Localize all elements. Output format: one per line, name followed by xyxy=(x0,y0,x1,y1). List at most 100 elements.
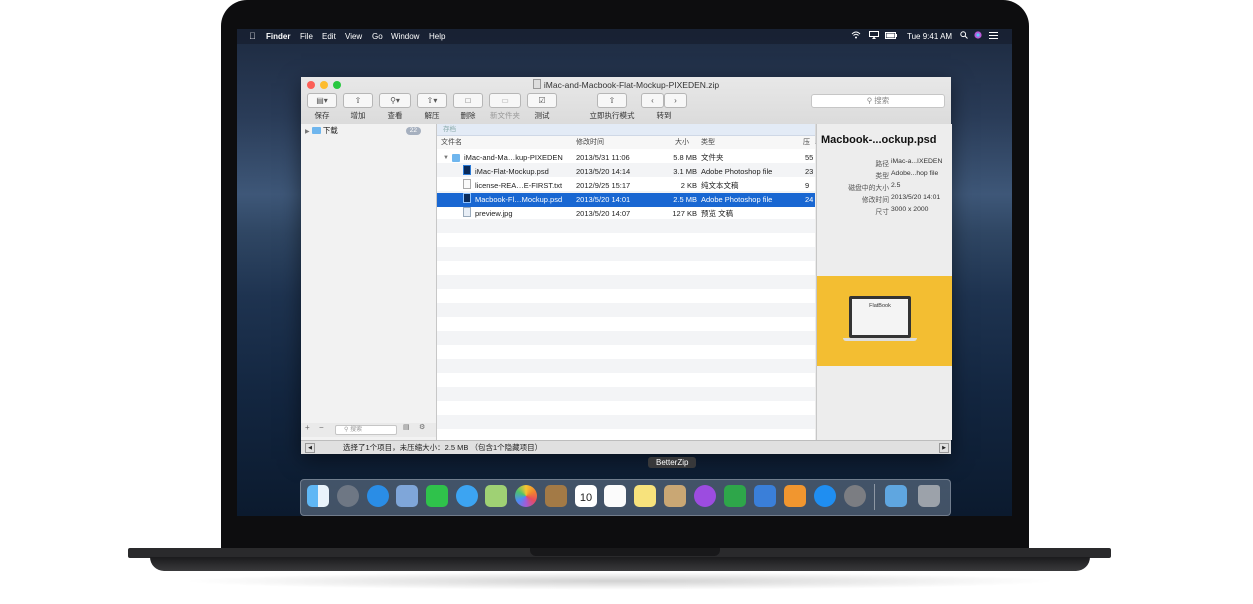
menu-view[interactable]: View xyxy=(345,29,362,44)
maps-icon[interactable] xyxy=(485,485,507,507)
row-date: 2012/9/25 15:17 xyxy=(576,181,631,190)
trash-icon[interactable] xyxy=(918,485,940,507)
notification-center-icon[interactable] xyxy=(989,29,998,44)
column-type[interactable]: 类型 xyxy=(701,136,715,149)
sidebar: ▶ 下载 22 + − ⚲ 搜索 ▤ ⚙ xyxy=(301,124,437,440)
wifi-icon[interactable] xyxy=(851,29,861,44)
app-store-icon[interactable] xyxy=(814,485,836,507)
add-icon[interactable]: + xyxy=(305,423,310,432)
finder-icon[interactable] xyxy=(307,485,329,507)
test-button[interactable]: ☑ xyxy=(527,93,557,108)
preview-thumbnail: FlatBook xyxy=(817,276,952,366)
reminders-icon[interactable] xyxy=(604,485,626,507)
forward-button[interactable]: › xyxy=(664,93,687,108)
disclosure-triangle-icon[interactable]: ▶ xyxy=(305,129,310,135)
dock-tooltip: BetterZip xyxy=(648,457,697,468)
column-modified[interactable]: 修改时间 xyxy=(576,136,604,149)
save-icon: ▤▾ xyxy=(316,96,328,105)
photos-icon[interactable] xyxy=(515,485,537,507)
column-size[interactable]: 大小 xyxy=(675,136,689,149)
delete-button[interactable]: □ xyxy=(453,93,483,108)
numbers-icon[interactable] xyxy=(724,485,746,507)
toolbar-search-field[interactable]: ⚲ 搜索 xyxy=(811,94,945,108)
menu-clock[interactable]: Tue 9:41 AM xyxy=(907,29,952,44)
row-size: 127 KB xyxy=(672,209,697,218)
apple-menu-icon[interactable]:  xyxy=(249,29,256,44)
launchpad-icon[interactable] xyxy=(337,485,359,507)
save-label: 保存 xyxy=(314,111,330,120)
add-label: 增加 xyxy=(350,111,366,120)
downloads-icon[interactable] xyxy=(885,485,907,507)
desktop-screen:  Finder File Edit View Go Window Help T… xyxy=(237,29,1012,516)
instant-mode-button[interactable]: ⇧ xyxy=(597,93,627,108)
table-row-selected[interactable]: Macbook-Fl…Mockup.psd 2013/5/20 14:01 2.… xyxy=(437,193,815,207)
table-row[interactable]: preview.jpg 2013/5/20 14:07 127 KB 预览 文稿 xyxy=(437,207,815,221)
table-row[interactable]: iMac-Flat-Mockup.psd 2013/5/20 14:14 3.1… xyxy=(437,165,815,179)
mail-icon[interactable] xyxy=(396,485,418,507)
system-preferences-icon[interactable] xyxy=(844,485,866,507)
facetime-icon[interactable] xyxy=(426,485,448,507)
info-key: 路径 xyxy=(875,161,889,168)
new-folder-label: 新文件夹 xyxy=(490,111,520,120)
preview-pane: Macbook-...ockup.psd 路径 iMac-a...IXEDEN 类… xyxy=(816,124,952,440)
notes-icon[interactable] xyxy=(634,485,656,507)
spotlight-icon[interactable] xyxy=(960,29,968,44)
thumbnail-laptop-base xyxy=(843,338,917,341)
siri-icon[interactable] xyxy=(974,29,982,44)
pages-icon[interactable] xyxy=(784,485,806,507)
table-row[interactable]: license-REA…E-FIRST.txt 2012/9/25 15:17 … xyxy=(437,179,815,193)
new-folder-button[interactable]: ▭ xyxy=(489,93,521,108)
new-folder-icon: ▭ xyxy=(501,96,509,105)
calendar-day: 10 xyxy=(579,492,593,504)
podcasts-icon[interactable] xyxy=(694,485,716,507)
menu-edit[interactable]: Edit xyxy=(322,29,336,44)
menu-go[interactable]: Go xyxy=(372,29,383,44)
menu-file[interactable]: File xyxy=(300,29,313,44)
row-size: 2 KB xyxy=(680,181,697,190)
settings-icon[interactable]: ⚙ xyxy=(419,423,425,431)
contacts-icon[interactable] xyxy=(545,485,567,507)
info-value: iMac-a...IXEDEN xyxy=(891,158,943,165)
remove-icon[interactable]: − xyxy=(319,423,324,432)
thumbnail-laptop-screen: FlatBook xyxy=(849,296,911,338)
disclosure-open-icon[interactable]: ▼ xyxy=(443,151,449,165)
safari-icon[interactable] xyxy=(367,485,389,507)
text-file-icon xyxy=(463,179,471,189)
extract-button[interactable]: ⇧▾ xyxy=(417,93,447,108)
sidebar-search-placeholder: 搜索 xyxy=(350,427,363,433)
row-date: 2013/5/20 14:07 xyxy=(576,209,631,218)
table-row[interactable]: ▼ iMac-and-Ma…kup-PIXEDEN 2013/5/31 11:0… xyxy=(437,151,815,165)
menu-help[interactable]: Help xyxy=(429,29,445,44)
zip-file-icon xyxy=(532,79,541,89)
row-name: license-REA…E-FIRST.txt xyxy=(475,181,563,190)
messages-icon[interactable] xyxy=(456,485,478,507)
betterzip-icon[interactable] xyxy=(664,485,686,507)
row-date: 2013/5/31 11:06 xyxy=(576,153,630,162)
menu-window[interactable]: Window xyxy=(391,29,419,44)
menu-finder[interactable]: Finder xyxy=(266,29,290,44)
save-button[interactable]: ▤▾ xyxy=(307,93,337,108)
extract-label: 解压 xyxy=(424,111,440,120)
keynote-icon[interactable] xyxy=(754,485,776,507)
info-value: 3000 x 2000 xyxy=(891,206,929,213)
row-type: 预览 文稿 xyxy=(701,209,734,218)
sidebar-search-field[interactable]: ⚲ 搜索 xyxy=(335,425,397,435)
add-button[interactable]: ⇧ xyxy=(343,93,373,108)
airplay-icon[interactable] xyxy=(869,29,879,44)
column-name[interactable]: 文件名 xyxy=(441,136,462,149)
view-button[interactable]: ⚲▾ xyxy=(379,93,411,108)
battery-icon[interactable] xyxy=(885,29,897,44)
pathbar[interactable]: 存档 xyxy=(437,124,815,136)
calendar-icon[interactable]: 10 xyxy=(575,485,597,507)
scroll-left-icon[interactable]: ◀ xyxy=(305,443,315,453)
laptop-base-lower xyxy=(150,557,1090,571)
row-name: iMac-and-Ma…kup-PIXEDEN xyxy=(464,153,563,162)
scroll-right-icon[interactable]: ▶ xyxy=(939,443,949,453)
extract-icon: ⇧▾ xyxy=(426,96,438,105)
chevron-right-icon: › xyxy=(674,96,677,105)
book-icon[interactable]: ▤ xyxy=(403,423,410,431)
sidebar-item-downloads[interactable]: ▶ 下载 22 xyxy=(305,126,431,136)
column-header: 文件名 修改时间 大小 类型 压缩 xyxy=(437,136,815,159)
back-button[interactable]: ‹ xyxy=(641,93,664,108)
info-value: 2.5 xyxy=(891,182,901,189)
